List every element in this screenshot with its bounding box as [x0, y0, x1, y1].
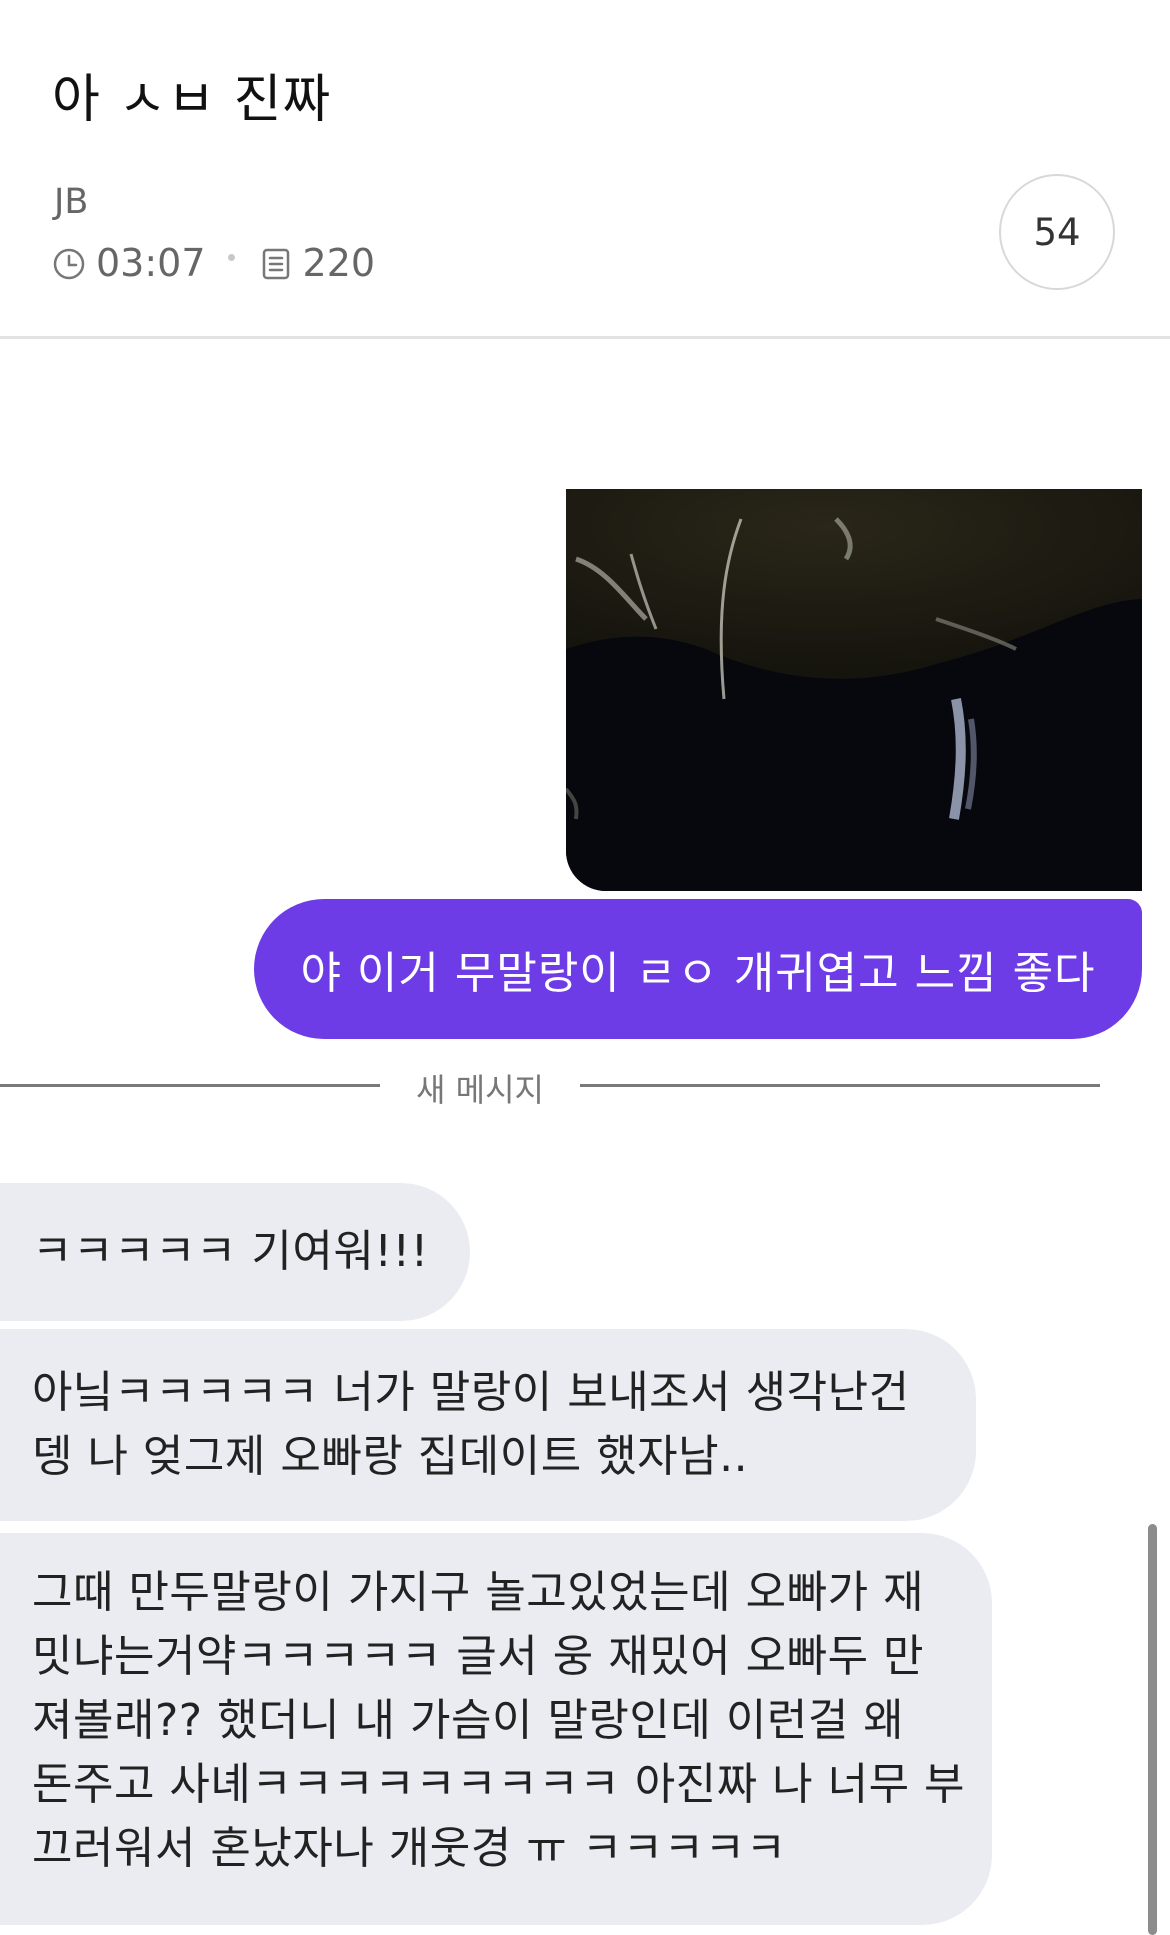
divider-line	[0, 1084, 380, 1087]
received-message-bubble: 그때 만두말랑이 가지구 놀고있었는데 오빠가 재 밋냐는거약ㅋㅋㅋㅋㅋ 글서 …	[0, 1533, 992, 1925]
message-line: 뎅 나 엊그제 오빠랑 집데이트 했자남..	[32, 1431, 749, 1482]
received-message-bubble: 아닠ㅋㅋㅋㅋㅋ 너가 말랑이 보내조서 생각난건 뎅 나 엊그제 오빠랑 집데이…	[0, 1329, 976, 1521]
meta-separator	[227, 253, 235, 261]
view-count: 220	[302, 241, 376, 285]
message-line: 아닠ㅋㅋㅋㅋㅋ 너가 말랑이 보내조서 생각난건	[32, 1367, 910, 1418]
message-line: 져볼래?? 했더니 내 가슴이 말랑인데 이런걸 왜	[32, 1695, 905, 1746]
post-meta: 03:07 220	[52, 240, 375, 286]
chat-screenshot: 야 이거 무말랑이 ㄹㅇ 개귀엽고 느낌 좋다 새 메시지 ㅋㅋㅋㅋㅋ 기여워!…	[0, 339, 1170, 1935]
post-title: 아 ㅅㅂ 진짜	[52, 70, 332, 130]
comment-count-button[interactable]: 54	[999, 174, 1115, 290]
message-line: 돈주고 사녜ㅋㅋㅋㅋㅋㅋㅋㅋㅋ 아진짜 나 너무 부	[32, 1759, 966, 1810]
author-name[interactable]: JB	[54, 180, 88, 224]
document-icon	[259, 246, 293, 280]
message-line: ㅋㅋㅋㅋㅋ 기여워!!!	[32, 1226, 429, 1277]
received-message-bubble: ㅋㅋㅋㅋㅋ 기여워!!!	[0, 1183, 470, 1321]
clock-icon	[52, 246, 86, 280]
post-header: 아 ㅅㅂ 진짜 JB 03:07 220 54	[0, 0, 1170, 339]
message-line: 끄러워서 혼났자나 개웃경 ㅠ ㅋㅋㅋㅋㅋ	[32, 1823, 787, 1874]
divider-label: 새 메시지	[416, 1071, 544, 1109]
sent-message-bubble: 야 이거 무말랑이 ㄹㅇ 개귀엽고 느낌 좋다	[254, 899, 1142, 1039]
sent-photo[interactable]	[566, 489, 1142, 891]
message-line: 그때 만두말랑이 가지구 놀고있었는데 오빠가 재	[32, 1567, 925, 1618]
post-time: 03:07	[96, 241, 206, 285]
scrollbar[interactable]	[1148, 1524, 1157, 1935]
divider-line	[580, 1084, 1100, 1087]
new-message-divider: 새 메시지	[0, 1055, 1100, 1115]
message-line: 밋냐는거약ㅋㅋㅋㅋㅋ 글서 웅 재밌어 오빠두 만	[32, 1631, 925, 1682]
